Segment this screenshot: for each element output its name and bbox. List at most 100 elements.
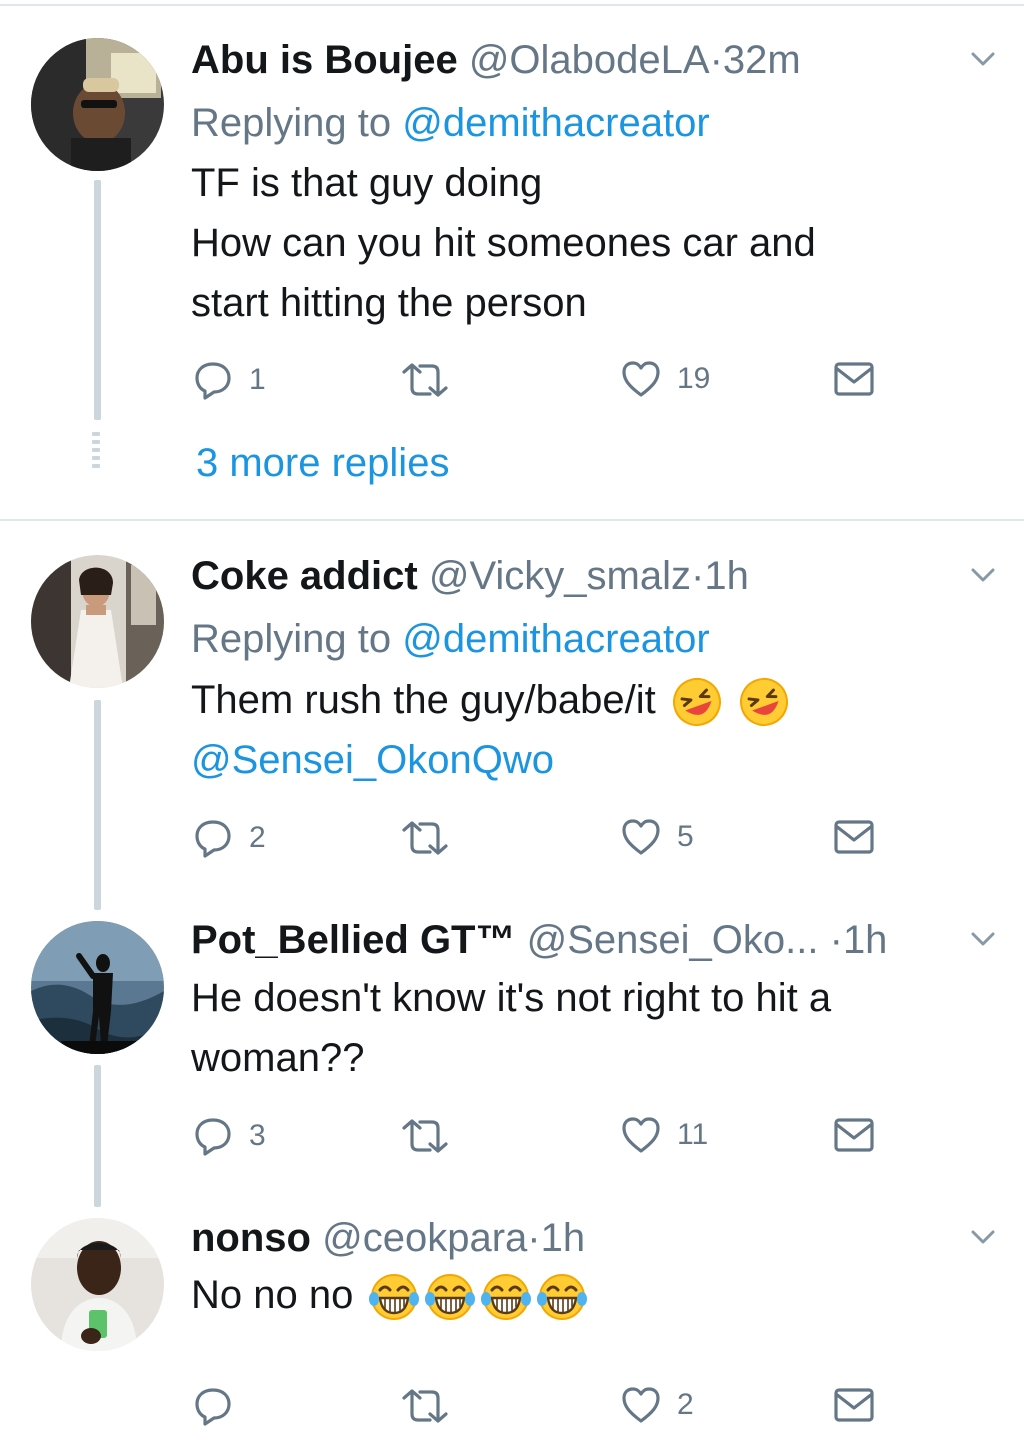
separator: · <box>829 918 843 962</box>
chevron-down-icon[interactable] <box>968 924 998 954</box>
envelope-icon <box>834 1388 874 1422</box>
like-button[interactable]: 11 <box>621 1116 708 1154</box>
tweet-line: start hitting the person <box>191 281 587 325</box>
retweet-icon <box>402 821 448 855</box>
retweet-button[interactable] <box>400 1118 466 1154</box>
reply-button[interactable]: 3 <box>193 1116 266 1156</box>
replying-prefix: Replying to <box>191 617 403 661</box>
rofl-emoji-icon <box>739 678 788 727</box>
tweet-divider <box>0 519 1024 521</box>
replying-to: Replying to @demithacreator <box>191 619 710 659</box>
avatar[interactable] <box>31 921 164 1054</box>
chevron-down-icon[interactable] <box>968 44 998 74</box>
thread-dots <box>92 432 102 468</box>
like-count: 19 <box>677 362 711 395</box>
avatar-image <box>31 1218 164 1351</box>
tweet-line: How can you hit someones car and <box>191 221 816 265</box>
like-button[interactable]: 2 <box>621 1386 694 1424</box>
reply-count: 3 <box>249 1119 266 1152</box>
reply-button[interactable] <box>193 1386 249 1426</box>
timestamp[interactable]: 1h <box>843 918 888 962</box>
separator: · <box>691 554 705 598</box>
avatar[interactable] <box>31 1218 164 1351</box>
thread-line <box>94 700 101 910</box>
chevron-down-icon[interactable] <box>968 560 998 590</box>
heart-icon <box>622 819 660 855</box>
timestamp[interactable]: 1h <box>541 1216 586 1260</box>
like-count: 2 <box>677 1388 694 1421</box>
dm-button[interactable] <box>834 362 874 396</box>
avatar[interactable] <box>31 555 164 688</box>
mention-link[interactable]: @Sensei_OkonQwo <box>191 730 991 790</box>
avatar-image <box>31 921 164 1054</box>
tweet-line-text: Them rush the guy/babe/it <box>191 678 656 722</box>
separator: · <box>527 1216 541 1260</box>
dm-button[interactable] <box>834 1388 874 1422</box>
tweet-line: Them rush the guy/babe/it <box>191 670 991 730</box>
tweet-header: nonso @ceokpara·1h <box>191 1218 585 1258</box>
tweet-header: Pot_Bellied GT™ @Sensei_Oko... ·1h <box>191 920 887 960</box>
tears-of-joy-emoji-icon <box>537 1274 588 1321</box>
tears-of-joy-emoji-icon <box>481 1274 532 1321</box>
top-divider <box>0 4 1024 6</box>
avatar-image <box>31 555 164 688</box>
heart-icon <box>622 1387 660 1423</box>
reply-count: 2 <box>249 821 266 854</box>
envelope-icon <box>834 362 874 396</box>
chevron-down-icon[interactable] <box>968 1222 998 1252</box>
retweet-button[interactable] <box>400 362 466 398</box>
tears-of-joy-emoji-icon <box>425 1274 476 1321</box>
reply-icon <box>195 1118 231 1156</box>
display-name[interactable]: Pot_Bellied GT™ <box>191 918 516 962</box>
handle[interactable]: @Sensei_Oko... <box>527 918 819 962</box>
avatar-image <box>31 38 164 171</box>
timestamp[interactable]: 32m <box>723 38 801 82</box>
tears-of-joy-emoji-icon <box>369 1274 420 1321</box>
reply-icon <box>195 1388 231 1426</box>
reply-button[interactable]: 1 <box>193 360 266 400</box>
replying-to: Replying to @demithacreator <box>191 103 710 143</box>
replying-prefix: Replying to <box>191 101 403 145</box>
reply-icon <box>195 820 231 858</box>
retweet-button[interactable] <box>400 820 466 856</box>
replying-mention[interactable]: @demithacreator <box>402 101 709 145</box>
separator: · <box>709 38 723 82</box>
avatar[interactable] <box>31 38 164 171</box>
envelope-icon <box>834 1118 874 1152</box>
heart-icon <box>622 1117 660 1153</box>
reply-count: 1 <box>249 363 266 396</box>
dm-button[interactable] <box>834 1118 874 1152</box>
retweet-button[interactable] <box>400 1388 466 1424</box>
tweet-text: He doesn't know it's not right to hit a … <box>191 968 991 1088</box>
retweet-icon <box>402 1119 448 1153</box>
replying-mention[interactable]: @demithacreator <box>402 617 709 661</box>
retweet-icon <box>402 363 448 397</box>
thread-line <box>94 180 101 420</box>
like-button[interactable]: 19 <box>621 360 710 398</box>
reply-icon <box>195 362 231 400</box>
tweet-text: No no no <box>191 1265 991 1325</box>
envelope-icon <box>834 820 874 854</box>
tweet-text: TF is that guy doing How can you hit som… <box>191 153 991 333</box>
more-replies-link[interactable]: 3 more replies <box>196 443 449 483</box>
tweet-line: No no no <box>191 1265 991 1325</box>
like-count: 5 <box>677 820 694 853</box>
thread-line <box>94 1065 101 1207</box>
tweet-header: Abu is Boujee @OlabodeLA·32m <box>191 40 801 80</box>
dm-button[interactable] <box>834 820 874 854</box>
reply-button[interactable]: 2 <box>193 818 266 858</box>
like-button[interactable]: 5 <box>621 818 694 856</box>
like-count: 11 <box>677 1118 709 1151</box>
handle[interactable]: @ceokpara <box>322 1216 527 1260</box>
display-name[interactable]: Abu is Boujee <box>191 38 458 82</box>
handle[interactable]: @Vicky_smalz <box>429 554 691 598</box>
display-name[interactable]: nonso <box>191 1216 311 1260</box>
tweet-line-text: No no no <box>191 1273 354 1317</box>
timestamp[interactable]: 1h <box>704 554 749 598</box>
display-name[interactable]: Coke addict <box>191 554 418 598</box>
handle[interactable]: @OlabodeLA <box>469 38 710 82</box>
heart-icon <box>622 361 660 397</box>
retweet-icon <box>402 1389 448 1423</box>
tweet-header: Coke addict @Vicky_smalz·1h <box>191 556 749 596</box>
tweet-line: woman?? <box>191 1036 365 1080</box>
